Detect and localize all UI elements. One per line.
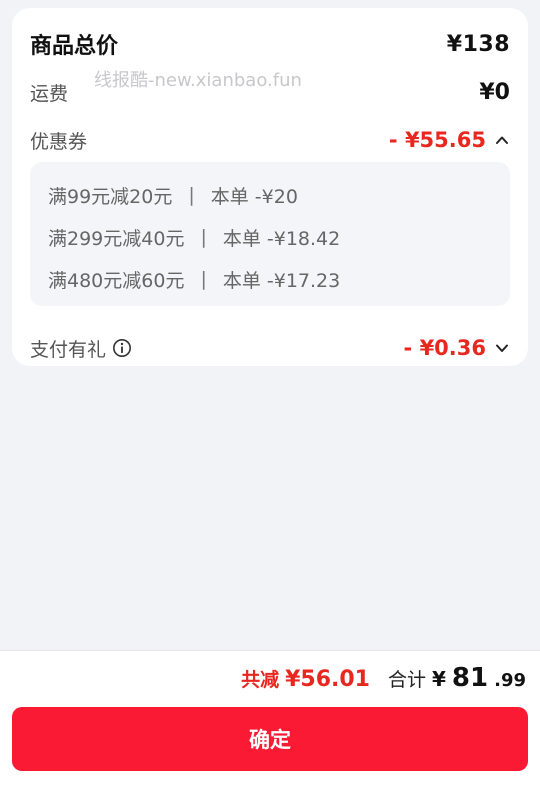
total-integer: 81 (451, 663, 489, 693)
chevron-down-icon[interactable] (494, 340, 510, 356)
confirm-button[interactable]: 确定 (12, 707, 528, 771)
coupon-rule: 满480元减60元 (48, 269, 185, 292)
price-detail-card: 商品总价 ¥138 运费 ¥0 线报酷-new.xianbao.fun 优惠券 … (12, 8, 528, 366)
total-decimal: .99 (494, 670, 526, 691)
payment-gift-row[interactable]: 支付有礼 - ¥0.36 (30, 330, 510, 366)
coupon-separator: | (200, 268, 207, 290)
checkout-footer: 共减 ¥56.01 合计 ¥81.99 确定 (0, 650, 540, 792)
coupon-separator: | (188, 184, 195, 206)
saved-value: ¥56.01 (285, 667, 370, 692)
chevron-up-icon[interactable] (494, 132, 510, 148)
coupon-discount[interactable]: - ¥55.65 (389, 128, 510, 152)
shipping-label: 运费 (30, 82, 69, 105)
order-summary-page: 商品总价 ¥138 运费 ¥0 线报酷-new.xianbao.fun 优惠券 … (0, 0, 540, 792)
price-summary: 共减 ¥56.01 合计 ¥81.99 (241, 663, 526, 695)
coupon-applied: 本单 -¥20 (210, 185, 298, 208)
shipping-value: ¥0 (479, 79, 510, 105)
coupon-applied: 本单 -¥17.23 (222, 269, 341, 292)
coupon-row[interactable]: 优惠券 - ¥55.65 (30, 122, 510, 158)
payment-gift-value: - ¥0.36 (403, 336, 486, 360)
watermark-text: 线报酷-new.xianbao.fun (94, 70, 302, 91)
coupon-applied: 本单 -¥18.42 (222, 227, 341, 250)
info-icon[interactable] (112, 338, 132, 358)
coupon-item: 满99元减20元 | 本单 -¥20 (48, 174, 492, 216)
saved-label: 共减 (241, 669, 280, 691)
subtotal-row: 商品总价 ¥138 (30, 26, 510, 62)
payment-gift-discount[interactable]: - ¥0.36 (404, 336, 510, 360)
coupon-rule: 满299元减40元 (48, 227, 185, 250)
coupon-list: 满99元减20元 | 本单 -¥20 满299元减40元 | 本单 -¥18.4… (30, 162, 510, 306)
total-label: 合计 (387, 669, 426, 691)
coupon-label: 优惠券 (30, 130, 88, 153)
subtotal-value: ¥138 (446, 31, 510, 57)
coupon-item: 满480元减60元 | 本单 -¥17.23 (48, 258, 492, 300)
subtotal-label: 商品总价 (30, 34, 119, 59)
coupon-separator: | (200, 226, 207, 248)
coupon-discount-value: - ¥55.65 (388, 128, 486, 152)
total-currency: ¥ (432, 667, 446, 691)
coupon-item: 满299元减40元 | 本单 -¥18.42 (48, 216, 492, 258)
coupon-rule: 满99元减20元 (48, 185, 173, 208)
payment-gift-label: 支付有礼 (30, 338, 107, 361)
payment-gift-label-wrap: 支付有礼 (30, 335, 132, 362)
